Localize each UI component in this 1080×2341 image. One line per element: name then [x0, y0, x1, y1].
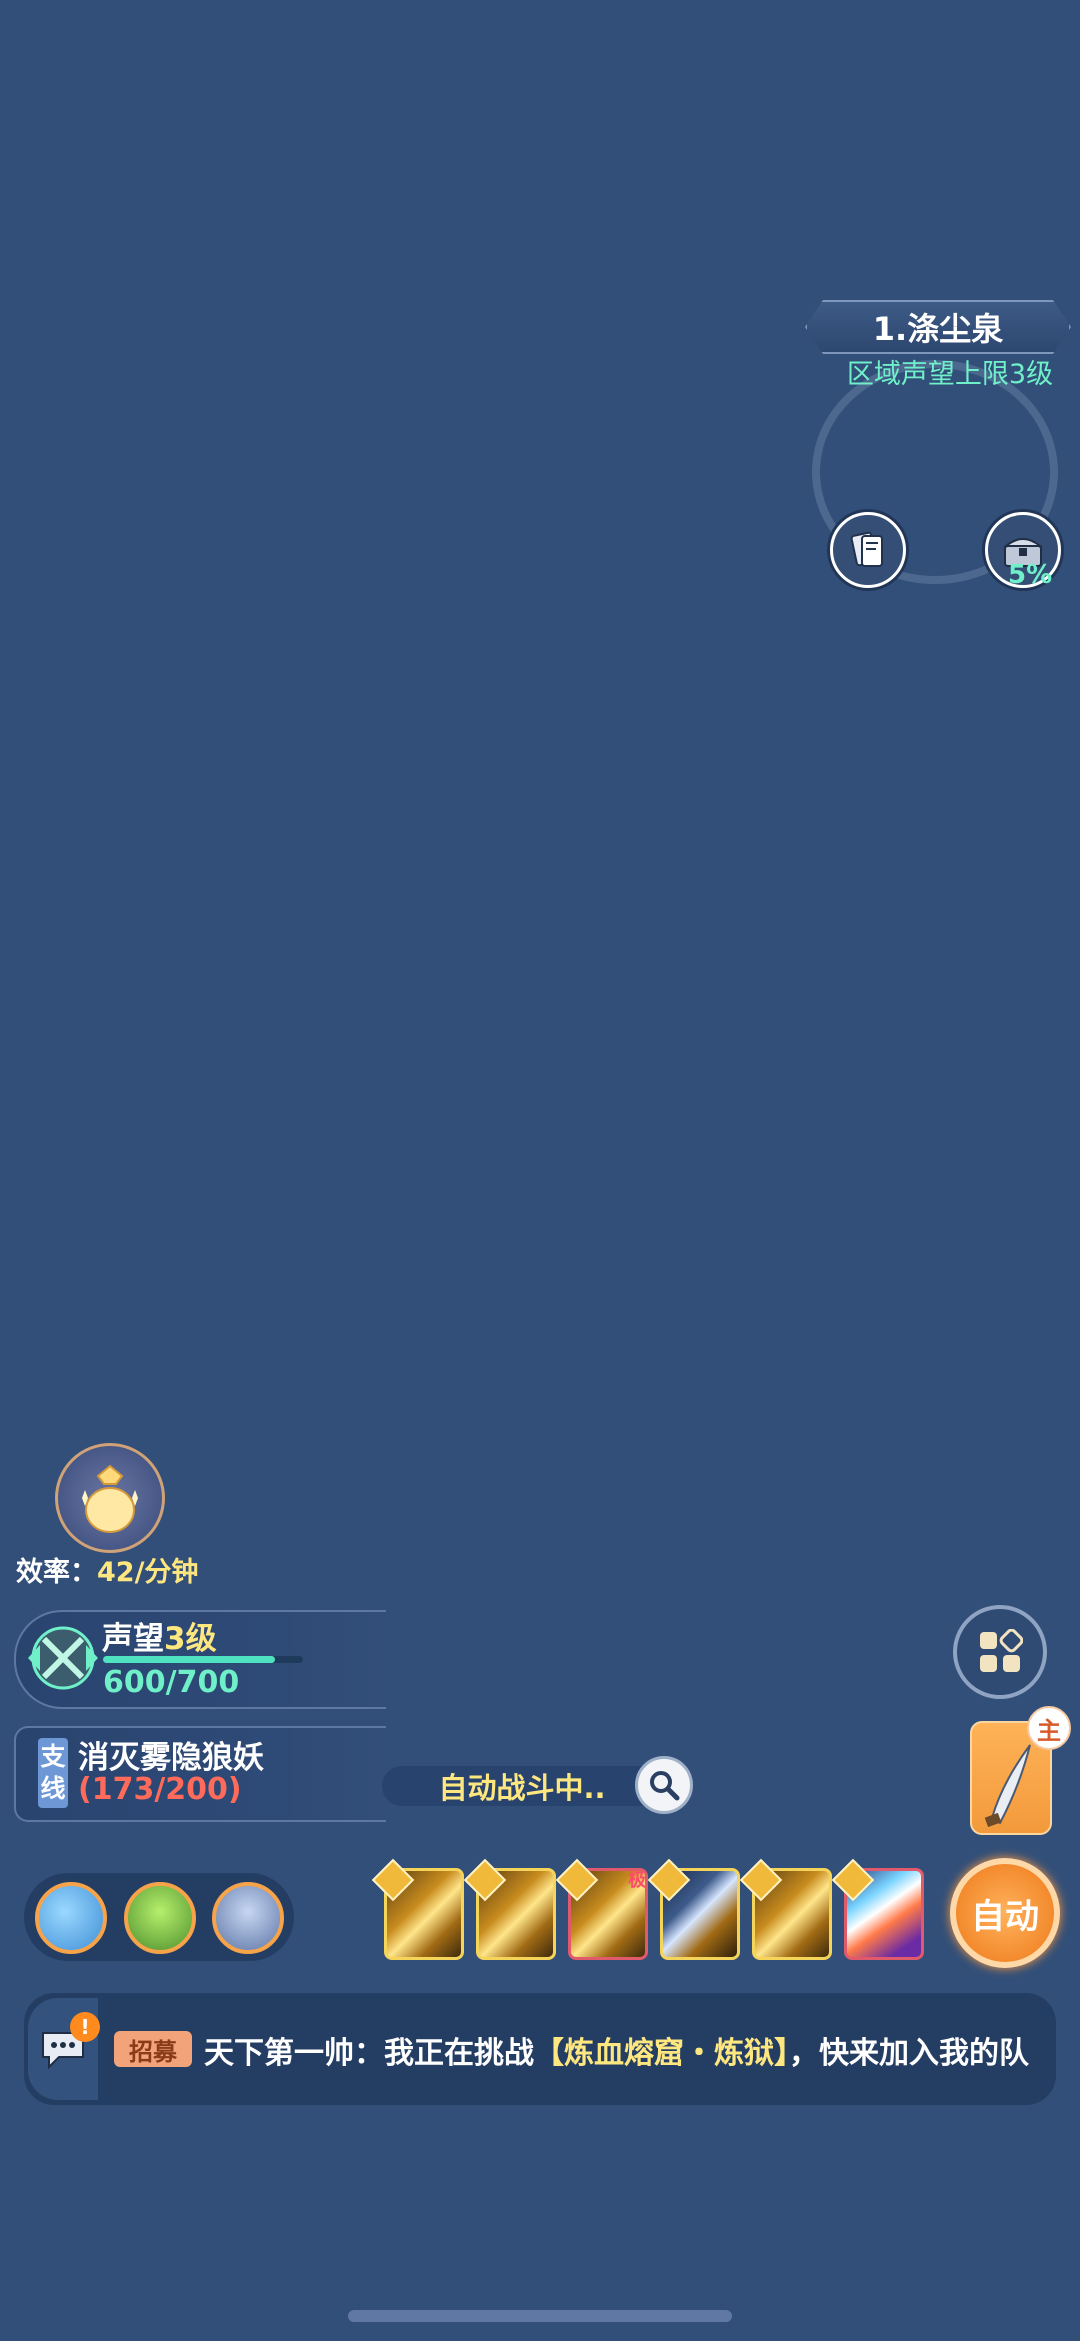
efficiency-value: 42/分钟 — [97, 1557, 199, 1588]
zone-title[interactable]: 1.涤尘泉 — [805, 300, 1071, 354]
companion-slot-3[interactable] — [212, 1882, 284, 1954]
zone-subtitle: 区域声望上限3级 — [846, 359, 1054, 390]
cards-button[interactable] — [830, 512, 906, 588]
chat-message-highlight: 【炼血熔窟・炼狱】 — [534, 2036, 789, 2071]
side-quest-progress: (173/200) — [78, 1772, 242, 1807]
crossed-swords-emblem-icon — [28, 1626, 98, 1690]
chat-message-sender: 天下第一帅：我正在挑战 — [204, 2036, 534, 2071]
lucky-bag-button[interactable] — [55, 1443, 165, 1553]
chat-message[interactable]: 天下第一帅：我正在挑战【炼血熔窟・炼狱】，快来加入我的队 — [204, 2028, 1046, 2072]
grid-menu-button[interactable] — [953, 1605, 1047, 1699]
chat-message-tail: ，快来加入我的队 — [789, 2036, 1029, 2071]
chat-recruit-tag: 招募 — [114, 2031, 192, 2067]
chest-progress-percent: 5% — [1008, 560, 1053, 590]
reputation-level: 声望3级 — [102, 1613, 217, 1658]
cards-icon — [850, 531, 883, 567]
reputation-emblem — [20, 1615, 106, 1701]
lucky-bag-icon — [82, 1464, 138, 1533]
chat-alert-badge: ! — [70, 2012, 100, 2042]
skill-3-tag: 极 — [628, 1870, 646, 1891]
reputation-bar-fill — [103, 1656, 275, 1663]
side-quest-title: 消灭雾隐狼妖 — [78, 1740, 264, 1776]
grid-menu-icon — [980, 1629, 1023, 1672]
magnifier-icon — [650, 1771, 680, 1801]
auto-battle-status: 自动战斗中.. — [382, 1766, 662, 1806]
companion-slot-2[interactable] — [124, 1882, 196, 1954]
search-button[interactable] — [635, 1756, 693, 1814]
auto-button[interactable]: 自动 — [950, 1858, 1060, 1968]
efficiency-rate: 效率：42/分钟 — [16, 1550, 198, 1589]
zone-title-text: 1.涤尘泉 — [872, 310, 1004, 348]
side-quest-tag: 支 线 — [38, 1738, 68, 1808]
efficiency-label: 效率： — [16, 1557, 97, 1588]
home-indicator[interactable] — [348, 2310, 732, 2322]
main-weapon-badge: 主 — [1027, 1706, 1071, 1750]
companion-slot-1[interactable] — [35, 1882, 107, 1954]
reputation-progress: 600/700 — [103, 1665, 240, 1700]
reputation-level-value: 3级 — [164, 1621, 217, 1657]
reputation-label: 声望 — [102, 1621, 164, 1657]
